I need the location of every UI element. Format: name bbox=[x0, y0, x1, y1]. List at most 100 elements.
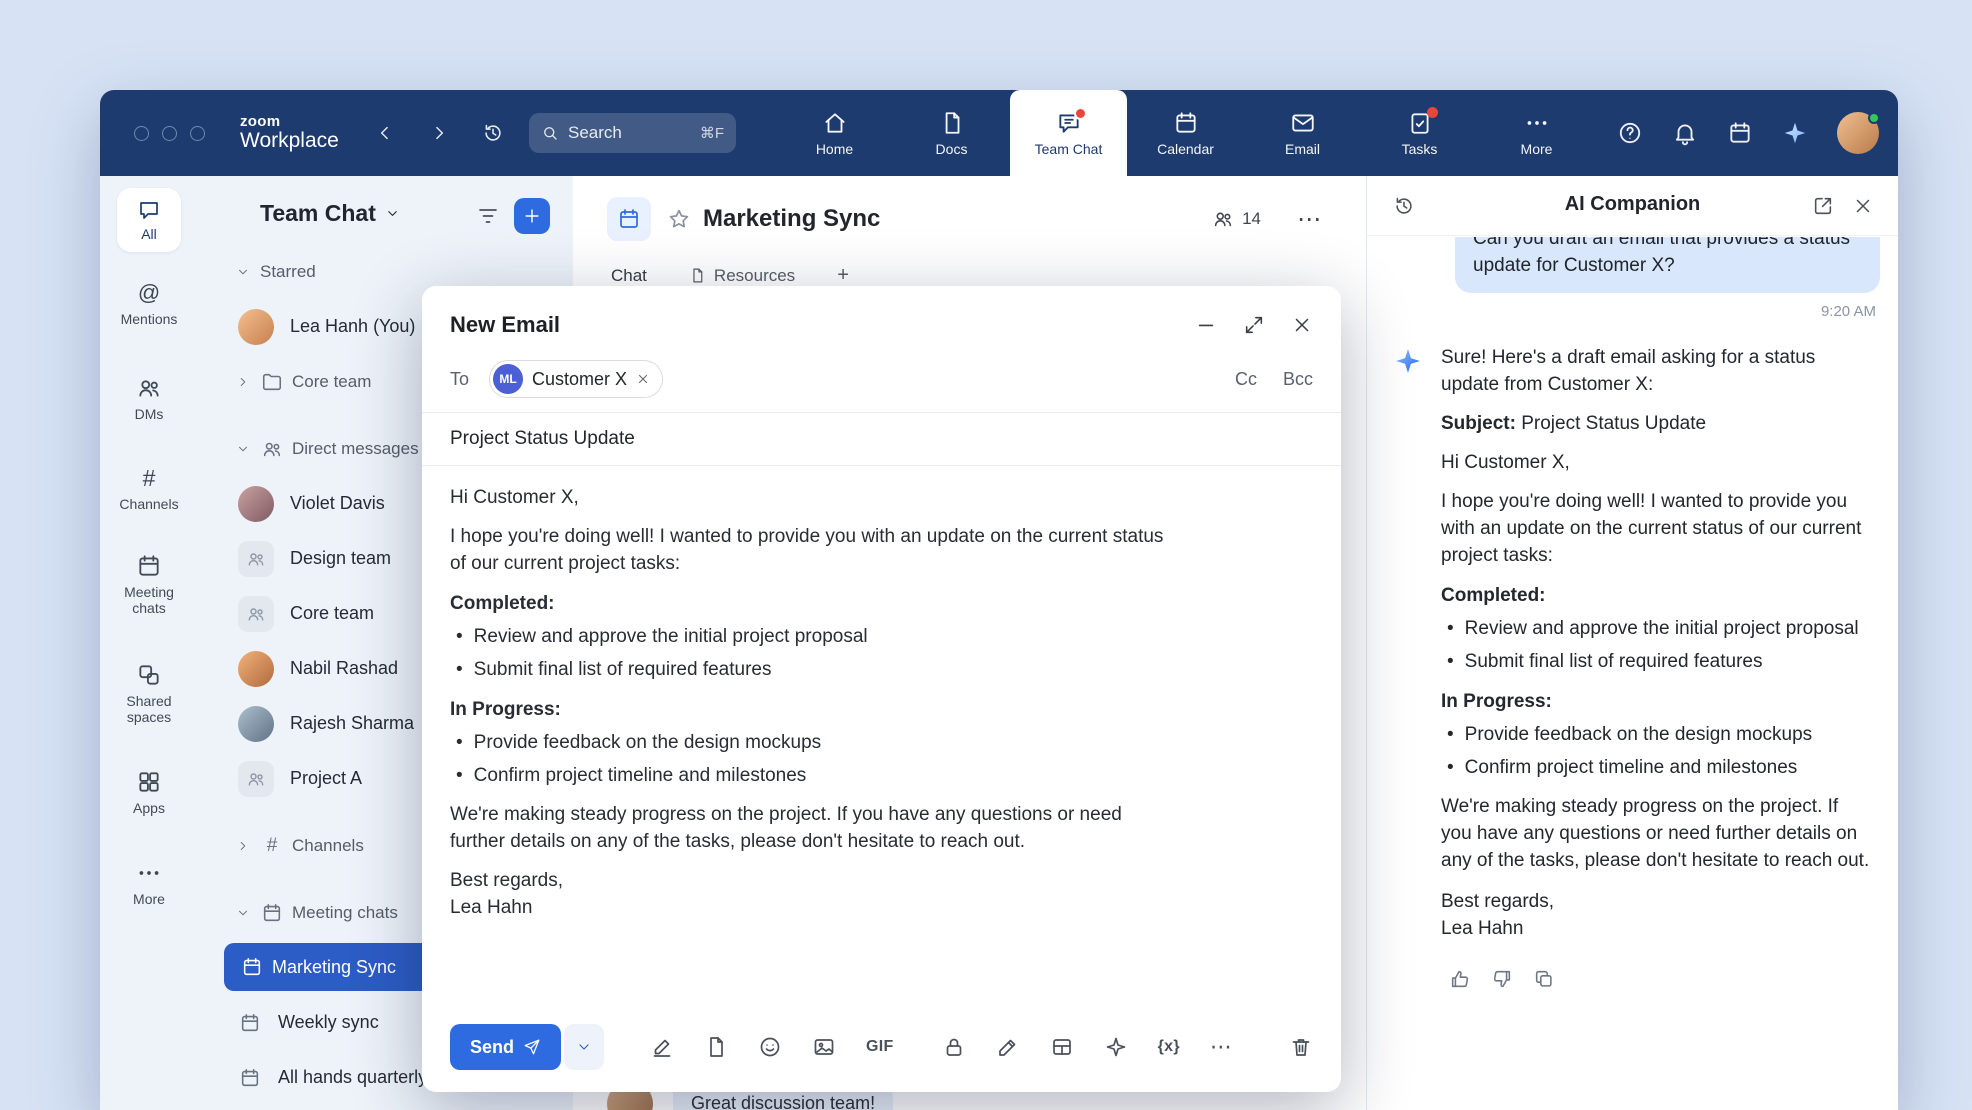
back-button[interactable] bbox=[368, 116, 402, 150]
calendar-icon bbox=[239, 1012, 261, 1034]
hash-icon: # bbox=[143, 465, 156, 491]
tab-resources[interactable]: Resources bbox=[689, 266, 795, 286]
thumbs-down-icon[interactable] bbox=[1491, 968, 1513, 990]
unread-badge bbox=[1074, 107, 1087, 120]
rail-item-apps[interactable]: Apps bbox=[100, 769, 198, 816]
rail-item-all[interactable]: All bbox=[117, 188, 181, 252]
chevron-down-icon bbox=[385, 206, 400, 221]
send-icon bbox=[523, 1038, 541, 1056]
channel-header-right: 14 ⋯ bbox=[1212, 205, 1322, 234]
unread-badge bbox=[1427, 107, 1438, 118]
thumbs-up-icon[interactable] bbox=[1449, 968, 1471, 990]
nav-team-chat[interactable]: Team Chat bbox=[1010, 90, 1127, 176]
nav-tasks[interactable]: Tasks bbox=[1361, 90, 1478, 176]
send-label: Send bbox=[470, 1037, 514, 1058]
rail-label: DMs bbox=[135, 406, 164, 422]
nav-docs[interactable]: Docs bbox=[893, 90, 1010, 176]
nav-home[interactable]: Home bbox=[776, 90, 893, 176]
recipient-chip[interactable]: ML Customer X bbox=[489, 360, 663, 398]
item-label: Marketing Sync bbox=[272, 957, 396, 978]
people-icon bbox=[246, 604, 266, 624]
nav-calendar[interactable]: Calendar bbox=[1127, 90, 1244, 176]
emoji-button[interactable] bbox=[758, 1035, 782, 1059]
filter-icon bbox=[476, 204, 500, 228]
rail-item-more[interactable]: More bbox=[100, 860, 198, 907]
edit-button[interactable] bbox=[996, 1035, 1020, 1059]
zoom-workplace-logo: zoom Workplace bbox=[240, 114, 339, 152]
user-prompt-bubble: Can you draft an email that provides a s… bbox=[1455, 237, 1880, 293]
user-avatar[interactable] bbox=[1837, 112, 1879, 154]
ai-close-button[interactable] bbox=[1852, 195, 1874, 217]
star-channel-button[interactable] bbox=[667, 207, 691, 231]
rail-item-meeting-chats[interactable]: Meeting chats bbox=[100, 553, 198, 616]
rail-item-dms[interactable]: DMs bbox=[100, 375, 198, 422]
nav-label: Tasks bbox=[1402, 141, 1438, 157]
toolbar-more-button[interactable]: ⋯ bbox=[1210, 1034, 1233, 1060]
calendar-icon bbox=[136, 553, 162, 579]
filter-button[interactable] bbox=[476, 204, 500, 228]
bcc-button[interactable]: Bcc bbox=[1283, 369, 1313, 390]
send-button[interactable]: Send bbox=[450, 1024, 561, 1070]
sidebar-item-lea-rajesh[interactable]: Lea/Rajesh 1:1 bbox=[198, 1105, 573, 1110]
variables-button[interactable]: {x} bbox=[1158, 1038, 1180, 1056]
encrypt-button[interactable] bbox=[942, 1035, 966, 1059]
templates-button[interactable] bbox=[704, 1035, 728, 1059]
add-tab-button[interactable]: + bbox=[837, 264, 849, 287]
close-window-button[interactable] bbox=[134, 126, 149, 141]
avatar bbox=[238, 309, 274, 345]
people-icon bbox=[1212, 208, 1234, 230]
new-email-modal: New Email To ML Customer X Cc Bcc Projec… bbox=[422, 286, 1341, 1092]
members-button[interactable]: 14 bbox=[1212, 208, 1261, 230]
send-options-button[interactable] bbox=[564, 1024, 604, 1070]
rail-label: Channels bbox=[119, 496, 178, 512]
search-input[interactable]: Search ⌘F bbox=[529, 113, 736, 153]
plus-icon bbox=[522, 206, 542, 226]
history-button[interactable] bbox=[476, 116, 510, 150]
rail-item-channels[interactable]: # Channels bbox=[100, 465, 198, 512]
cc-button[interactable]: Cc bbox=[1235, 369, 1257, 390]
nav-email[interactable]: Email bbox=[1244, 90, 1361, 176]
item-label: Core team bbox=[290, 603, 374, 624]
docs-icon bbox=[939, 110, 965, 136]
ai-sparkle-icon[interactable] bbox=[1782, 120, 1808, 146]
rail-item-mentions[interactable]: @ Mentions bbox=[100, 280, 198, 327]
zoom-window-button[interactable] bbox=[190, 126, 205, 141]
discard-draft-button[interactable] bbox=[1289, 1035, 1313, 1059]
expand-icon[interactable] bbox=[1243, 314, 1265, 336]
ai-compose-button[interactable] bbox=[1104, 1035, 1128, 1059]
subject-field[interactable]: Project Status Update bbox=[422, 413, 1341, 465]
insert-image-button[interactable] bbox=[812, 1035, 836, 1059]
bullet-text: Submit final list of required features bbox=[1465, 648, 1763, 675]
gif-button[interactable]: GIF bbox=[866, 1038, 894, 1056]
email-body-editor[interactable]: Hi Customer X, I hope you're doing well!… bbox=[422, 466, 1341, 921]
channel-more-button[interactable]: ⋯ bbox=[1297, 205, 1322, 234]
chevron-down-icon bbox=[236, 442, 250, 456]
help-icon[interactable] bbox=[1617, 120, 1643, 146]
ellipsis-icon bbox=[136, 860, 162, 886]
ai-bullet: Review and approve the initial project p… bbox=[1441, 615, 1871, 642]
new-chat-button[interactable] bbox=[514, 198, 550, 234]
pop-out-button[interactable] bbox=[1812, 195, 1834, 217]
nav-label: Team Chat bbox=[1035, 141, 1103, 157]
signature-button[interactable] bbox=[650, 1035, 674, 1059]
close-icon[interactable] bbox=[1291, 314, 1313, 336]
trash-icon bbox=[1289, 1035, 1313, 1059]
notifications-icon[interactable] bbox=[1672, 120, 1698, 146]
forward-button[interactable] bbox=[422, 116, 456, 150]
minimize-icon[interactable] bbox=[1195, 314, 1217, 336]
calendar-date-icon[interactable] bbox=[1727, 120, 1753, 146]
ai-conversation[interactable]: Can you draft an email that provides a s… bbox=[1367, 237, 1898, 1110]
layout-button[interactable] bbox=[1050, 1035, 1074, 1059]
remove-recipient-icon[interactable] bbox=[636, 372, 650, 386]
tab-chat[interactable]: Chat bbox=[611, 266, 647, 286]
rail-item-shared-spaces[interactable]: Shared spaces bbox=[100, 662, 198, 725]
ai-signature: Lea Hahn bbox=[1441, 915, 1871, 942]
folder-icon bbox=[261, 371, 283, 393]
bullet-text: Review and approve the initial project p… bbox=[1465, 615, 1859, 642]
nav-more[interactable]: More bbox=[1478, 90, 1595, 176]
sidebar-title-dropdown[interactable]: Team Chat bbox=[260, 200, 400, 227]
hash-icon: # bbox=[260, 835, 284, 857]
copy-icon[interactable] bbox=[1533, 968, 1555, 990]
minimize-window-button[interactable] bbox=[162, 126, 177, 141]
at-icon: @ bbox=[138, 280, 160, 306]
